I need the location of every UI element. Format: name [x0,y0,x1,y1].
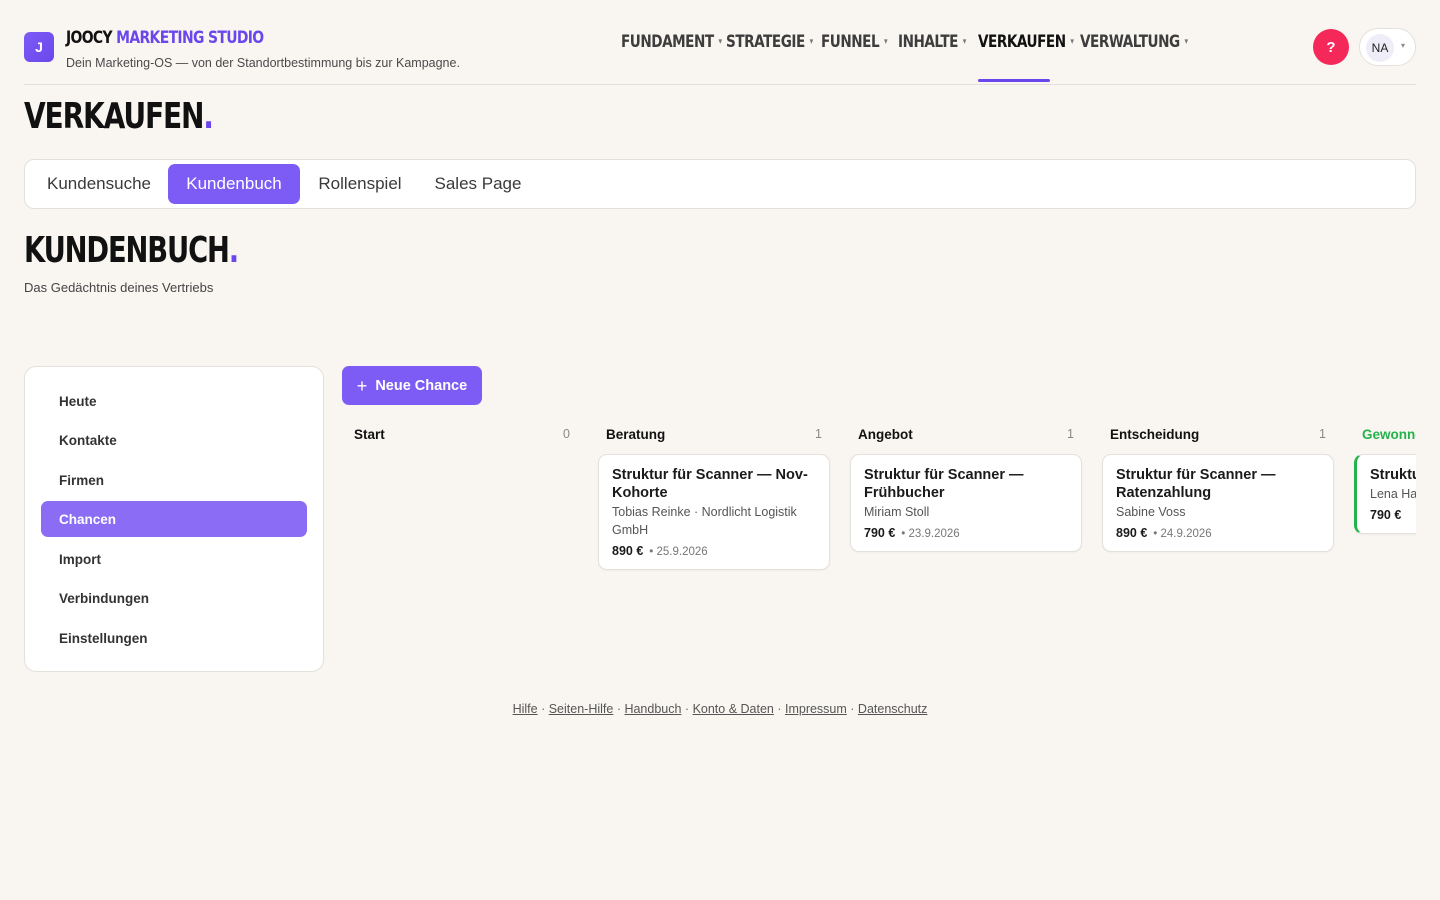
pipeline-board: Start 0 Beratung 1 Struktur für Scanner … [342,420,1416,600]
card-contact: Miriam Stoll [864,505,930,519]
app-logo[interactable]: J [24,32,54,62]
card-title: Struktur für Scanner — Ratenzahlung [1116,467,1276,501]
chevron-down-icon: ▾ [718,37,723,47]
column-title: Angebot [858,427,913,442]
card-price: 890 € [1116,526,1148,540]
title-dot: . [203,96,214,137]
card-meta: 890 € • 24.9.2026 [1116,526,1320,540]
opportunity-card[interactable]: Struktur für Scanner Lena Hartmann 790 € [1354,454,1416,534]
column-count: 1 [1067,427,1074,441]
card-price: 890 € [612,544,644,558]
card-meta: 790 € • 23.9.2026 [864,526,1068,540]
nav-item-funnel[interactable]: FUNNEL ▾ [821,32,888,60]
card-price: 790 € [1370,508,1402,522]
nav-item-verkaufen[interactable]: VERKAUFEN ▾ [978,32,1074,60]
section-title: KUNDENBUCH. [24,230,239,271]
chevron-down-icon: ▾ [809,37,814,47]
card-contact: Tobias Reinke · Nordlicht Logistik GmbH [612,505,797,537]
card-title: Struktur für Scanner [1370,467,1416,483]
user-menu-button[interactable]: NA ▾ [1359,28,1416,66]
column-count: 0 [563,427,570,441]
brand-tagline: Dein Marketing-OS — von der Standortbest… [66,56,460,70]
footer-link-hilfe[interactable]: Hilfe [513,702,538,716]
nav-item-label: INHALTE [898,32,958,52]
chevron-down-icon: ▾ [1401,41,1406,50]
chevron-down-icon: ▾ [1070,37,1074,47]
nav-item-label: VERWALTUNG [1080,32,1180,52]
sidebar-item-einstellungen[interactable]: Einstellungen [41,620,307,656]
nav-item-label: VERKAUFEN [978,32,1066,52]
nav-item-label: FUNDAMENT [621,32,714,52]
plus-icon: + [356,375,368,396]
footer-link-impressum[interactable]: Impressum [785,702,847,716]
footer-link-seiten-hilfe[interactable]: Seiten-Hilfe [549,702,614,716]
card-date: • 24.9.2026 [1153,528,1212,540]
page-title: VERKAUFEN. [24,96,214,137]
nav-item-verwaltung[interactable]: VERWALTUNG ▾ [1080,32,1188,60]
help-button[interactable]: ? [1313,29,1349,65]
top-header: J JOOCY MARKETING STUDIO Dein Marketing-… [24,24,1416,85]
section-subtitle: Das Gedächtnis deines Vertriebs [24,280,214,295]
sidebar-item-import[interactable]: Import [41,541,307,577]
nav-item-strategie[interactable]: STRATEGIE ▾ [726,32,813,60]
title-dot: . [228,230,239,271]
footer-link-datenschutz[interactable]: Datenschutz [858,702,927,716]
nav-item-fundament[interactable]: FUNDAMENT ▾ [621,32,722,60]
tab-rollenspiel[interactable]: Rollenspiel [304,164,416,204]
sidebar-item-chancen[interactable]: Chancen [41,501,307,537]
sidebar-item-kontakte[interactable]: Kontakte [41,422,307,458]
card-meta: 890 € • 25.9.2026 [612,544,816,558]
section-tabs: Kundensuche Kundenbuch Rollenspiel Sales… [24,159,1416,209]
opportunity-card[interactable]: Struktur für Scanner — Nov-Kohorte Tobia… [598,454,830,570]
footer-links: Hilfe · Seiten-Hilfe · Handbuch · Konto … [0,702,1440,716]
column-count: 1 [815,427,822,441]
chevron-down-icon: ▾ [883,37,888,47]
footer-separator: · [537,702,549,716]
footer-separator: · [846,702,858,716]
tab-sales-page[interactable]: Sales Page [423,164,533,204]
nav-item-label: FUNNEL [821,32,880,52]
card-date: • 23.9.2026 [901,528,960,540]
page-title-text: VERKAUFEN [24,96,204,137]
footer-link-handbuch[interactable]: Handbuch [624,702,681,716]
opportunity-card[interactable]: Struktur für Scanner — Ratenzahlung Sabi… [1102,454,1334,552]
brand-name[interactable]: JOOCY MARKETING STUDIO [66,28,264,48]
sidebar-item-verbindungen[interactable]: Verbindungen [41,580,307,616]
new-opportunity-button[interactable]: + Neue Chance [342,366,482,405]
chevron-down-icon: ▾ [1184,37,1188,47]
kundenbuch-sidebar: Heute Kontakte Firmen Chancen Import Ver… [24,366,324,672]
chevron-down-icon: ▾ [962,37,967,47]
nav-item-label: STRATEGIE [726,32,805,52]
nav-item-inhalte[interactable]: INHALTE ▾ [898,32,966,60]
card-title: Struktur für Scanner — Frühbucher [864,467,1024,501]
card-date: • 25.9.2026 [649,546,708,558]
card-meta: 790 € [1370,508,1416,522]
column-title: Entscheidung [1110,427,1200,442]
tab-kundenbuch[interactable]: Kundenbuch [168,164,300,204]
card-contact: Lena Hartmann [1370,487,1416,501]
card-price: 790 € [864,526,896,540]
column-title: Start [354,427,385,442]
card-title: Struktur für Scanner — Nov-Kohorte [612,467,808,501]
footer-separator: · [613,702,625,716]
sidebar-item-firmen[interactable]: Firmen [41,462,307,498]
sidebar-item-heute[interactable]: Heute [41,383,307,419]
new-opportunity-label: Neue Chance [375,377,468,394]
footer-link-konto[interactable]: Konto & Daten [693,702,774,716]
column-title: Gewonnen [1362,427,1416,442]
avatar: NA [1366,34,1394,62]
section-title-text: KUNDENBUCH [24,230,230,271]
column-title: Beratung [606,427,666,442]
brand-name-part2: MARKETING STUDIO [116,28,264,48]
footer-separator: · [773,702,785,716]
brand-name-part1: JOOCY [66,28,113,48]
card-contact: Sabine Voss [1116,505,1186,519]
nav-active-indicator [978,79,1050,82]
column-count: 1 [1319,427,1326,441]
tab-kundensuche[interactable]: Kundensuche [31,164,167,204]
footer-separator: · [681,702,693,716]
opportunity-card[interactable]: Struktur für Scanner — Frühbucher Miriam… [850,454,1082,552]
